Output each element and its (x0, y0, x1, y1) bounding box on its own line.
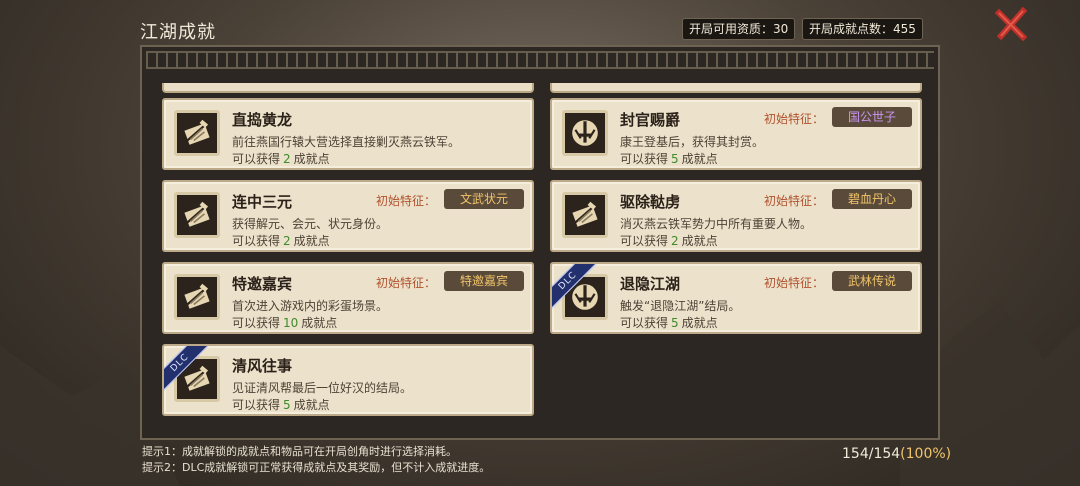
achievement-name: 封官赐爵 (620, 111, 681, 129)
achievement-card[interactable]: 连中三元获得解元、会元、状元身份。 可以获得 2 成就点 初始特征： 文武状元 (162, 180, 534, 252)
reward-suffix: 成就点 (681, 316, 718, 330)
trait-label: 初始特征： (763, 276, 824, 290)
hint-1: 提示1：成就解锁的成就点和物品可在开局创角时进行选择消耗。 (142, 445, 457, 458)
reward-prefix: 可以获得 (620, 316, 669, 330)
achievement-card[interactable]: DLC 退隐江湖 触发“退隐江湖”结局。 可以获得 5 成就点 初始特征： 武林传说 (550, 262, 922, 334)
scroll-icon (174, 274, 220, 320)
achievement-card[interactable]: 特邀嘉宾首次进入游戏内的彩蛋场景。 可以获得 10 成就点 初始特征： 特邀嘉宾 (162, 262, 534, 334)
progress-readout: 154/154(100%) (842, 446, 951, 462)
reward-points: 2 (283, 152, 291, 166)
scroll-icon (174, 192, 220, 238)
reward-prefix: 可以获得 (232, 234, 281, 248)
reward-points: 10 (283, 316, 299, 330)
achievement-desc: 首次进入游戏内的彩蛋场景。 (232, 299, 389, 313)
decorative-fret-border (146, 51, 934, 69)
reward-points: 5 (283, 398, 291, 412)
hint-2: 提示2：DLC成就解锁可正常获得成就点及其奖励，但不计入成就进度。 (142, 461, 491, 474)
reward-prefix: 可以获得 (620, 234, 669, 248)
achievement-name: 驱除鞑虏 (620, 193, 681, 211)
reward-prefix: 可以获得 (620, 152, 669, 166)
trait-value: 碧血丹心 (832, 189, 912, 209)
achievement-card[interactable]: 封官赐爵康王登基后，获得其封赏。 可以获得 5 成就点 初始特征： 国公世子 (550, 98, 922, 170)
page-title: 江湖成就 (140, 22, 216, 43)
reward-suffix: 成就点 (301, 316, 338, 330)
achievement-desc: 康王登基后，获得其封赏。 (620, 135, 765, 149)
achievement-reward: 可以获得 2 成就点 (620, 232, 718, 249)
achievement-reward: 可以获得 10 成就点 (232, 314, 337, 331)
trait-value: 武林传说 (832, 271, 912, 291)
reward-points: 5 (671, 152, 679, 166)
achievement-points-stat: 开局成就点数：455 (802, 18, 923, 40)
scroll-icon (562, 192, 608, 238)
achievement-reward: 可以获得 5 成就点 (620, 150, 718, 167)
progress-count: 154/154 (842, 446, 901, 462)
reward-suffix: 成就点 (293, 234, 330, 248)
reward-suffix: 成就点 (293, 152, 330, 166)
achievement-name: 退隐江湖 (620, 275, 681, 293)
trait-label: 初始特征： (763, 194, 824, 208)
achievement-card[interactable]: 直捣黄龙前往燕国行辕大营选择直接剿灭燕云铁军。 可以获得 2 成就点 (162, 98, 534, 170)
trait-value: 特邀嘉宾 (444, 271, 524, 291)
card-stub-right (550, 83, 922, 93)
achievement-desc: 获得解元、会元、状元身份。 (232, 217, 389, 231)
achievement-name: 直捣黄龙 (232, 111, 293, 129)
achievement-reward: 可以获得 2 成就点 (232, 232, 330, 249)
trait-label: 初始特征： (763, 112, 824, 126)
achievement-reward: 可以获得 2 成就点 (232, 150, 330, 167)
achievement-reward: 可以获得 5 成就点 (232, 396, 330, 413)
achievement-card[interactable]: DLC 清风往事 见证清风帮最后一位好汉的结局。 可以获得 5 成就点 (162, 344, 534, 416)
scroll-icon (174, 110, 220, 156)
achievement-name: 连中三元 (232, 193, 293, 211)
reward-points: 5 (671, 316, 679, 330)
reward-prefix: 可以获得 (232, 152, 281, 166)
achievement-list[interactable]: 直捣黄龙 前往燕国行辕大营选择直接剿灭燕云铁军。 可以获得 2 成就点 封官赐爵 康王登基后… (156, 83, 928, 435)
card-stub-left (162, 83, 534, 93)
reward-suffix: 成就点 (681, 152, 718, 166)
reward-points: 2 (283, 234, 291, 248)
reward-prefix: 可以获得 (232, 316, 281, 330)
achievement-card[interactable]: 驱除鞑虏消灭燕云铁军势力中所有重要人物。 可以获得 2 成就点 初始特征： 碧血丹心 (550, 180, 922, 252)
trait-label: 初始特征： (375, 194, 436, 208)
reward-prefix: 可以获得 (232, 398, 281, 412)
reward-points: 2 (671, 234, 679, 248)
available-points-stat: 开局可用资质：30 (682, 18, 796, 40)
hints: 提示1：成就解锁的成就点和物品可在开局创角时进行选择消耗。 提示2：DLC成就解… (142, 444, 490, 476)
achievement-name: 清风往事 (232, 357, 293, 375)
reward-suffix: 成就点 (681, 234, 718, 248)
trait-label: 初始特征： (375, 276, 436, 290)
achievement-panel: 直捣黄龙 前往燕国行辕大营选择直接剿灭燕云铁军。 可以获得 2 成就点 封官赐爵 康王登基后… (140, 45, 940, 440)
trait-value: 国公世子 (832, 107, 912, 127)
trait-value: 文武状元 (444, 189, 524, 209)
close-icon[interactable] (994, 6, 1030, 42)
achievement-desc: 触发“退隐江湖”结局。 (620, 299, 741, 313)
achievement-desc: 前往燕国行辕大营选择直接剿灭燕云铁军。 (232, 135, 461, 149)
progress-percent: (100%) (900, 446, 952, 462)
achievement-desc: 消灭燕云铁军势力中所有重要人物。 (620, 217, 813, 231)
achievement-reward: 可以获得 5 成就点 (620, 314, 718, 331)
sword-icon (562, 110, 608, 156)
achievement-desc: 见证清风帮最后一位好汉的结局。 (232, 381, 413, 395)
reward-suffix: 成就点 (293, 398, 330, 412)
achievement-name: 特邀嘉宾 (232, 275, 293, 293)
